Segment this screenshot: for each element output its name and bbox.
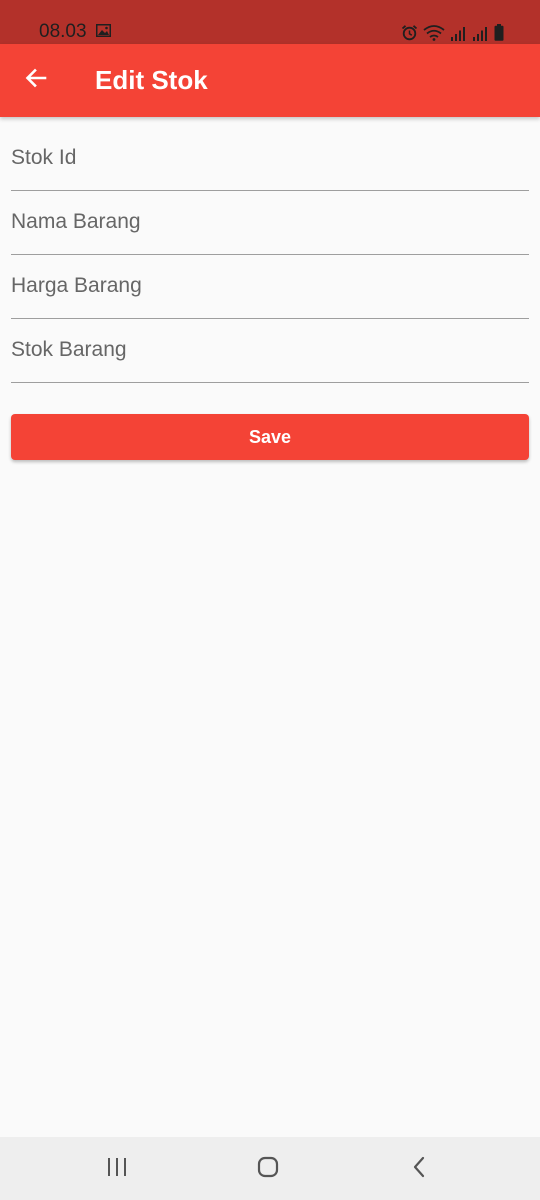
save-button[interactable]: Save	[11, 414, 529, 460]
harga-barang-input[interactable]	[11, 255, 529, 317]
home-icon	[256, 1155, 280, 1184]
arrow-back-icon	[24, 66, 48, 95]
stok-barang-input[interactable]	[11, 319, 529, 381]
alarm-icon	[401, 24, 418, 41]
home-button[interactable]	[238, 1147, 298, 1191]
stok-id-field-container	[11, 127, 529, 191]
status-icons	[401, 21, 504, 41]
recents-button[interactable]	[87, 1147, 147, 1191]
stok-barang-field-container	[11, 319, 529, 383]
page-title: Edit Stok	[95, 65, 208, 95]
back-icon	[411, 1155, 427, 1184]
app-bar: Edit Stok	[0, 44, 540, 117]
gallery-icon	[96, 24, 111, 37]
edit-stock-form	[11, 127, 529, 383]
stok-id-input[interactable]	[11, 127, 529, 189]
system-nav-bar	[0, 1137, 540, 1200]
nama-barang-input[interactable]	[11, 191, 529, 253]
back-button[interactable]	[14, 58, 58, 102]
signal-icon	[472, 26, 489, 41]
status-bar: 08.03	[0, 0, 540, 44]
battery-icon	[494, 24, 504, 41]
wifi-icon	[423, 24, 445, 41]
signal-icon	[450, 26, 467, 41]
nama-barang-field-container	[11, 191, 529, 255]
recents-icon	[106, 1157, 128, 1182]
status-time: 08.03	[39, 21, 87, 42]
harga-barang-field-container	[11, 255, 529, 319]
system-back-button[interactable]	[389, 1147, 449, 1191]
app-screen: 08.03 Edit Stok Stok Id Nama Barang Harg…	[0, 0, 540, 1200]
